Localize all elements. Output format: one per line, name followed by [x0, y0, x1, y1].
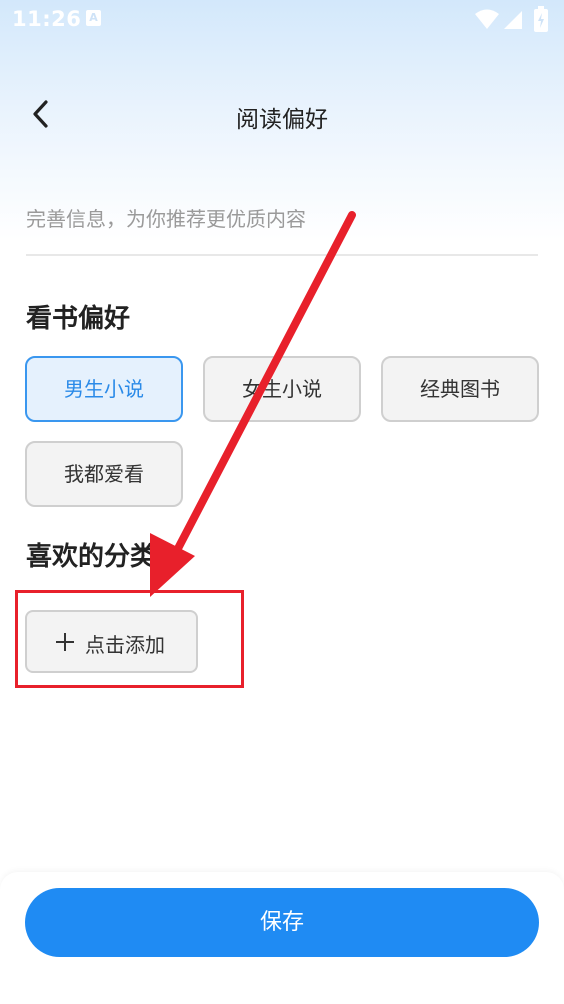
chip-label: 女生小说: [242, 377, 322, 401]
chip-label: 经典图书: [420, 377, 500, 401]
preference-chip-male[interactable]: 男生小说: [25, 356, 183, 422]
nav-bar: 阅读偏好: [0, 86, 564, 142]
battery-icon: [534, 6, 548, 32]
save-button[interactable]: 保存: [25, 888, 539, 957]
preference-chip-classic[interactable]: 经典图书: [381, 356, 539, 422]
wifi-icon: [475, 9, 499, 29]
chip-label: 我都爱看: [64, 462, 144, 486]
status-bar: 11:26 A: [0, 0, 564, 38]
status-time: 11:26: [12, 7, 82, 31]
favorite-categories-title: 喜欢的分类: [26, 542, 157, 572]
page-title: 阅读偏好: [236, 107, 328, 133]
preference-chip-female[interactable]: 女生小说: [203, 356, 361, 422]
hint-text: 完善信息，为你推荐更优质内容: [26, 207, 306, 231]
divider: [26, 254, 538, 256]
chip-label: 男生小说: [64, 377, 144, 401]
preference-chip-all[interactable]: 我都爱看: [25, 441, 183, 507]
reading-preference-title: 看书偏好: [26, 304, 131, 334]
notification-badge-icon: A: [86, 10, 101, 26]
signal-icon: [504, 11, 522, 29]
save-label: 保存: [259, 910, 304, 935]
annotation-highlight-box: [15, 590, 244, 688]
